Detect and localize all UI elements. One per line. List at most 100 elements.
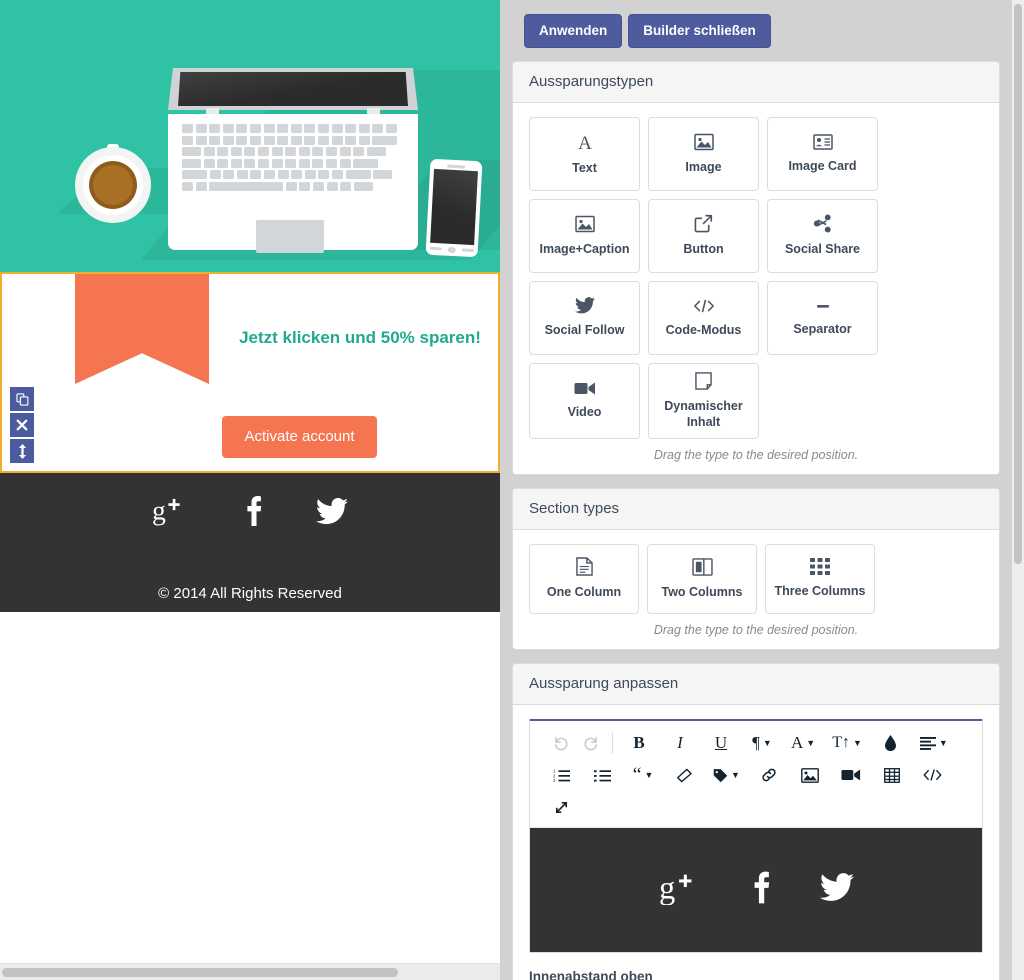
svg-text:3: 3: [553, 778, 556, 782]
italic-icon[interactable]: I: [665, 729, 695, 757]
editor-content-preview[interactable]: g: [530, 828, 982, 953]
insert-video-icon[interactable]: [836, 761, 866, 789]
ordered-list-icon[interactable]: 1 2 3: [546, 761, 576, 789]
dynamic-content-icon: [695, 372, 712, 394]
insert-table-icon[interactable]: [877, 761, 907, 789]
facebook-icon[interactable]: [244, 495, 262, 532]
selected-cta-section[interactable]: Jetzt klicken und 50% sparen! Activate a…: [0, 272, 500, 473]
section-tile-three-columns[interactable]: Three Columns: [765, 544, 875, 615]
arrows-vertical-icon: [17, 443, 28, 459]
element-types-title: Aussparungstypen: [513, 62, 999, 103]
google-plus-icon[interactable]: g: [659, 870, 701, 910]
tile-label: Dynamischer Inhalt: [664, 399, 743, 429]
scrollbar-thumb[interactable]: [2, 968, 398, 977]
section-tile-one-column[interactable]: One Column: [529, 544, 639, 615]
image-icon: [693, 133, 714, 155]
builder-vertical-scrollbar[interactable]: [1012, 0, 1024, 980]
clear-format-icon[interactable]: [669, 761, 699, 789]
section-types-hint: Drag the type to the desired position.: [653, 623, 859, 638]
section-tile-two-columns[interactable]: Two Columns: [647, 544, 757, 615]
tile-label: Image Card: [788, 158, 857, 173]
insert-link-icon[interactable]: [754, 761, 784, 789]
tile-label: Social Follow: [544, 323, 625, 338]
cta-headline[interactable]: Jetzt klicken und 50% sparen!: [234, 328, 486, 348]
element-tile-button[interactable]: Button: [648, 199, 759, 273]
twitter-bird-icon: [574, 297, 595, 318]
element-tile-social-share[interactable]: Social Share: [767, 199, 878, 273]
tile-label: Separator: [793, 321, 852, 336]
toolbar-separator: [612, 732, 613, 755]
twitter-icon[interactable]: [819, 873, 854, 907]
element-tile-video[interactable]: Video: [529, 363, 640, 440]
text-color-icon[interactable]: [876, 729, 906, 757]
blockquote-icon[interactable]: “▼: [628, 761, 658, 789]
email-preview-pane[interactable]: Jetzt klicken und 50% sparen! Activate a…: [0, 0, 500, 980]
code-icon: [693, 298, 715, 318]
element-tile-separator[interactable]: Separator: [767, 281, 878, 355]
tile-label: Video: [567, 405, 602, 420]
email-hero-section[interactable]: [0, 0, 500, 272]
section-types-card: Section types One Column Two Columns Thr…: [512, 488, 1000, 651]
customize-card: Aussparung anpassen B I U ¶ ▼ A ▼ T↑ ▼ ▼…: [512, 663, 1000, 980]
code-view-icon[interactable]: [918, 761, 948, 789]
builder-actions[interactable]: Anwenden Builder schließen: [512, 0, 1000, 48]
tile-label: Text: [572, 160, 597, 175]
button-icon: [694, 214, 713, 237]
scrollbar-thumb[interactable]: [1014, 4, 1022, 564]
editor-toolbar-row-3[interactable]: [534, 791, 978, 823]
element-tile-code-mode[interactable]: Code-Modus: [648, 281, 759, 355]
email-footer-section[interactable]: g © 2014 All Rights Reserved: [0, 473, 500, 612]
fullscreen-icon[interactable]: [546, 793, 576, 821]
preview-horizontal-scrollbar[interactable]: [0, 963, 500, 980]
tile-label: Two Columns: [661, 584, 743, 599]
image-caption-icon: [574, 215, 595, 237]
undo-icon[interactable]: [546, 729, 576, 757]
font-family-icon[interactable]: A ▼: [788, 729, 818, 757]
element-tile-social-follow[interactable]: Social Follow: [529, 281, 640, 355]
tile-label: Social Share: [784, 242, 861, 257]
element-type-tiles[interactable]: A Text Image Image Card Image+Caption Bu…: [529, 117, 983, 440]
element-tile-image[interactable]: Image: [648, 117, 759, 191]
redo-icon[interactable]: [576, 729, 606, 757]
builder-panel[interactable]: Anwenden Builder schließen Aussparungsty…: [500, 0, 1012, 980]
activate-account-button[interactable]: Activate account: [222, 416, 377, 458]
twitter-icon[interactable]: [315, 497, 348, 530]
delete-section-button[interactable]: [10, 413, 34, 437]
svg-text:A: A: [578, 133, 592, 152]
facebook-icon[interactable]: [751, 870, 770, 910]
element-tile-image-card[interactable]: Image Card: [767, 117, 878, 191]
align-icon[interactable]: ▼: [917, 729, 951, 757]
social-share-icon: [813, 214, 832, 237]
font-size-icon[interactable]: T↑ ▼: [829, 729, 865, 757]
cta-column[interactable]: Jetzt klicken und 50% sparen! Activate a…: [218, 274, 500, 471]
element-tile-dynamic-content[interactable]: Dynamischer Inhalt: [648, 363, 759, 440]
editor-toolbar-row-2[interactable]: 1 2 3 “ ▼ ▼: [534, 759, 978, 791]
section-types-title: Section types: [513, 489, 999, 531]
two-columns-icon: [691, 558, 713, 580]
editor-toolbar[interactable]: B I U ¶ ▼ A ▼ T↑ ▼ ▼ 1 2 3 “ ▼ ▼: [530, 721, 982, 829]
rich-text-editor[interactable]: B I U ¶ ▼ A ▼ T↑ ▼ ▼ 1 2 3 “ ▼ ▼ g: [529, 719, 983, 954]
insert-image-icon[interactable]: [795, 761, 825, 789]
section-type-tiles[interactable]: One Column Two Columns Three Columns: [529, 544, 983, 615]
tag-icon[interactable]: ▼: [710, 761, 743, 789]
bold-icon[interactable]: B: [624, 729, 654, 757]
tile-label: Button: [683, 242, 724, 257]
duplicate-section-button[interactable]: [10, 387, 34, 411]
apply-button[interactable]: Anwenden: [524, 14, 623, 48]
tile-label: Image: [685, 159, 722, 174]
close-builder-button[interactable]: Builder schließen: [628, 14, 771, 48]
element-types-hint: Drag the type to the desired position.: [653, 448, 859, 463]
move-section-button[interactable]: [10, 439, 34, 463]
element-tile-text[interactable]: A Text: [529, 117, 640, 191]
section-tools[interactable]: [10, 387, 34, 463]
underline-icon[interactable]: U: [706, 729, 736, 757]
paragraph-format-icon[interactable]: ¶ ▼: [747, 729, 777, 757]
svg-text:g: g: [152, 496, 166, 526]
unordered-list-icon[interactable]: [587, 761, 617, 789]
editor-toolbar-row-1[interactable]: B I U ¶ ▼ A ▼ T↑ ▼ ▼: [534, 727, 978, 759]
google-plus-icon[interactable]: g: [152, 495, 190, 531]
email-canvas[interactable]: Jetzt klicken und 50% sparen! Activate a…: [0, 0, 500, 956]
footer-social-icons[interactable]: g: [0, 495, 500, 532]
element-tile-image-caption[interactable]: Image+Caption: [529, 199, 640, 273]
element-types-card: Aussparungstypen A Text Image Image Card…: [512, 61, 1000, 476]
